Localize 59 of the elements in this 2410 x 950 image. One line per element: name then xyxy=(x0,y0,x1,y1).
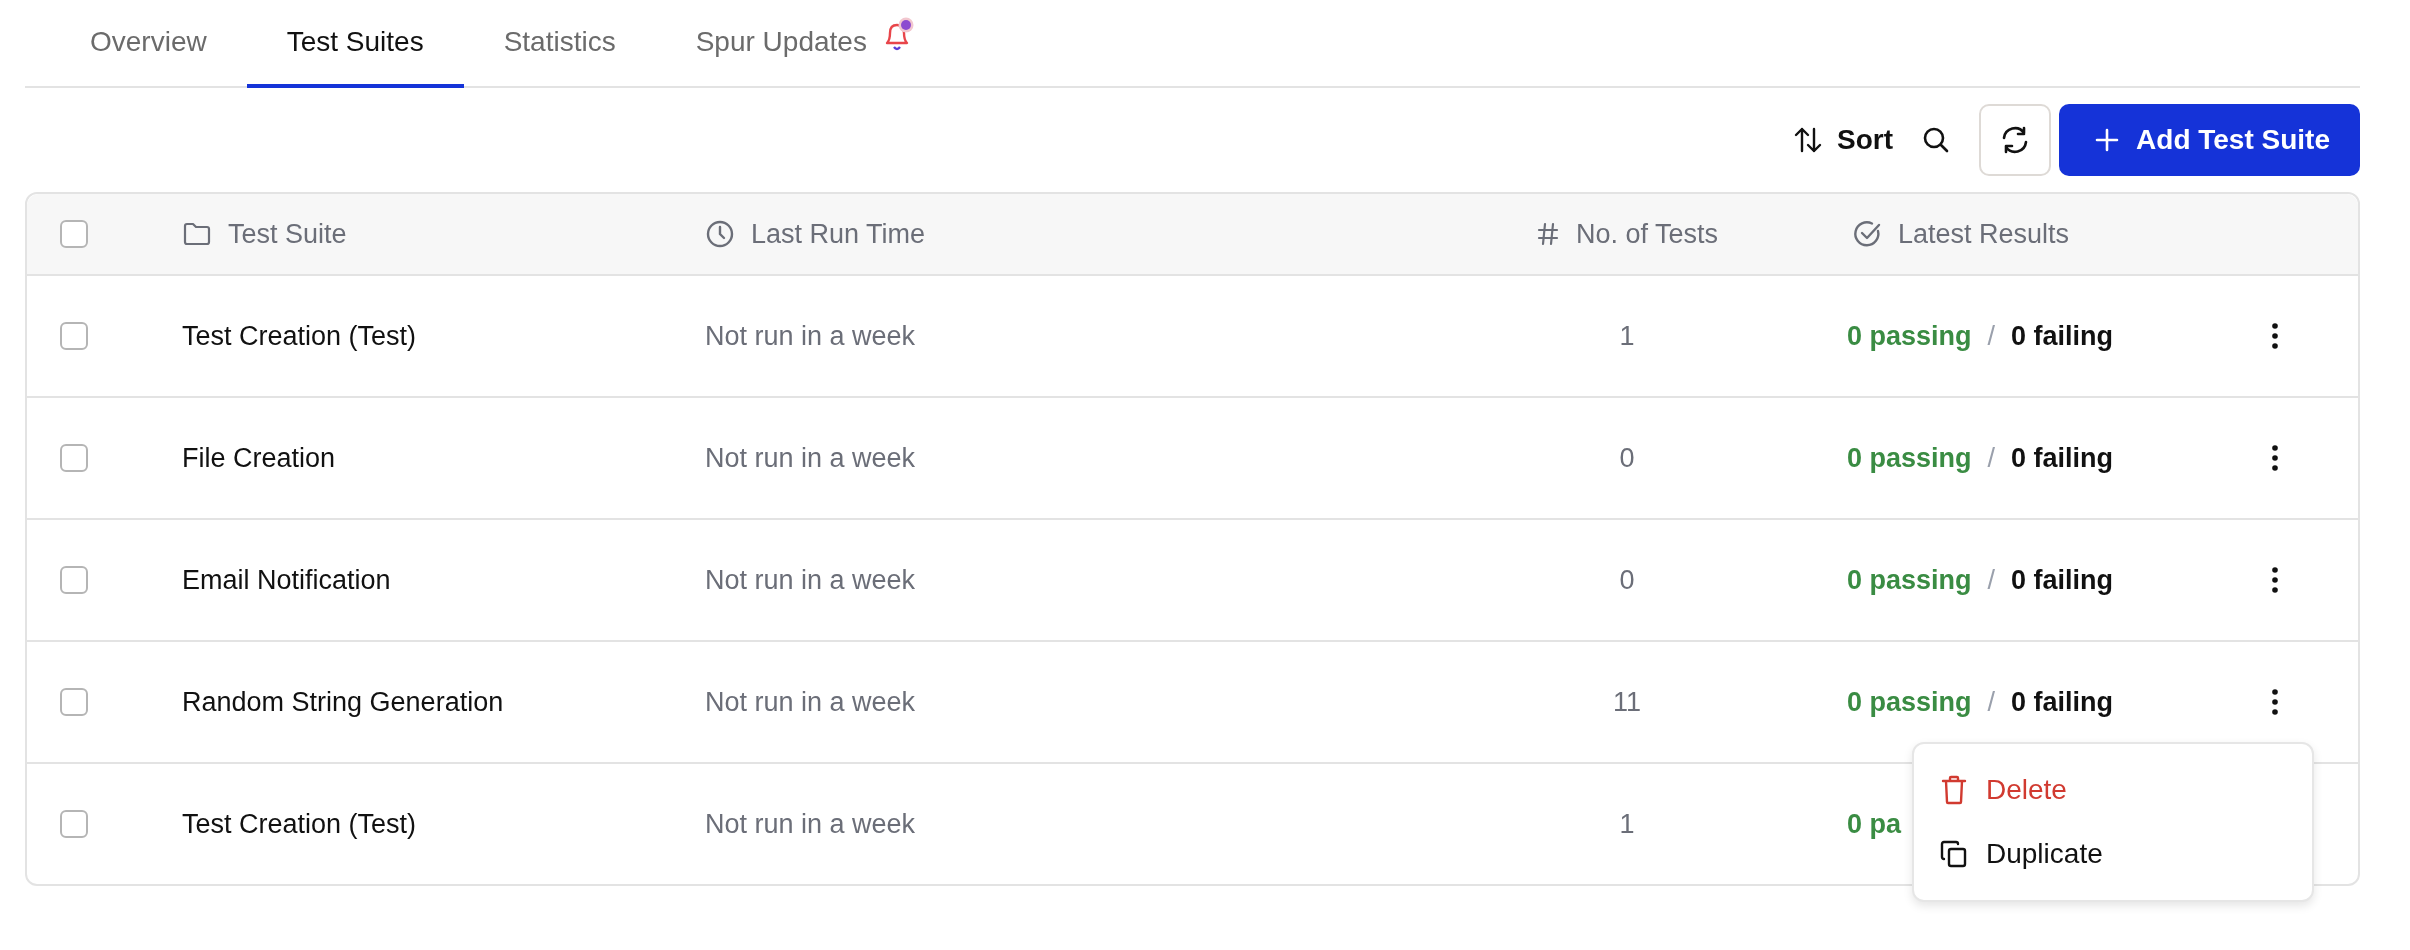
menu-item[interactable]: Duplicate xyxy=(1914,822,2312,886)
separator-slash: / xyxy=(1987,442,1996,474)
separator-slash: / xyxy=(1987,564,1996,596)
passing-count: 0 passing xyxy=(1847,442,1972,474)
failing-count: 0 failing xyxy=(2011,686,2114,718)
select-all-checkbox[interactable] xyxy=(60,220,88,248)
last-run-time: Not run in a week xyxy=(705,686,916,718)
column-header: Latest Results xyxy=(1898,218,2070,250)
column-header: Last Run Time xyxy=(751,218,926,250)
tab[interactable]: Spur Updates xyxy=(655,0,955,88)
menu-item[interactable]: Delete xyxy=(1914,758,2312,822)
column-header: No. of Tests xyxy=(1575,218,1719,250)
row-checkbox[interactable] xyxy=(60,566,88,594)
suite-name: Test Creation (Test) xyxy=(182,808,417,840)
row-checkbox[interactable] xyxy=(60,688,88,716)
add-test-suite-button[interactable]: Add Test Suite xyxy=(2059,104,2360,176)
folder-icon xyxy=(182,221,212,247)
suite-name: Random String Generation xyxy=(182,686,504,718)
refresh-button[interactable] xyxy=(1979,104,2052,176)
test-count: 0 xyxy=(1619,442,1635,474)
suite-name: Test Creation (Test) xyxy=(182,320,417,352)
more-options-icon[interactable] xyxy=(2270,321,2280,351)
hash-icon xyxy=(1535,221,1560,247)
column-header: Test Suite xyxy=(228,218,347,250)
plus-icon xyxy=(2094,127,2121,153)
check-circle-icon xyxy=(1852,219,1882,249)
last-run-time: Not run in a week xyxy=(705,442,916,474)
last-run-time: Not run in a week xyxy=(705,808,916,840)
failing-count: 0 failing xyxy=(2011,442,2114,474)
row-checkbox[interactable] xyxy=(60,810,88,838)
passing-count: 0 passing xyxy=(1847,686,1972,718)
copy-icon xyxy=(1940,839,1968,869)
more-options-icon[interactable] xyxy=(2270,565,2280,595)
last-run-time: Not run in a week xyxy=(705,320,916,352)
tab[interactable]: Overview xyxy=(50,0,247,88)
failing-count: 0 failing xyxy=(2011,564,2114,596)
separator-slash: / xyxy=(1987,320,1996,352)
more-options-icon[interactable] xyxy=(2270,443,2280,473)
test-count: 11 xyxy=(1613,686,1641,718)
sort-arrows-icon xyxy=(1793,125,1824,155)
trash-icon xyxy=(1940,774,1968,806)
sort-button[interactable]: Sort xyxy=(1793,124,1894,156)
suite-name: Email Notification xyxy=(182,564,391,596)
row-checkbox[interactable] xyxy=(60,322,88,350)
more-options-icon[interactable] xyxy=(2270,687,2280,717)
passing-count: 0 passing xyxy=(1847,320,1972,352)
tab[interactable]: Test Suites xyxy=(246,0,464,88)
clock-icon xyxy=(705,219,735,249)
passing-count: 0 pa xyxy=(1847,808,1902,840)
test-count: 0 xyxy=(1619,564,1635,596)
test-count: 1 xyxy=(1619,320,1635,352)
failing-count: 0 failing xyxy=(2011,320,2114,352)
tab[interactable]: Statistics xyxy=(463,0,656,88)
row-checkbox[interactable] xyxy=(60,444,88,472)
separator-slash: / xyxy=(1987,686,1996,718)
passing-count: 0 passing xyxy=(1847,564,1972,596)
test-count: 1 xyxy=(1619,808,1635,840)
last-run-time: Not run in a week xyxy=(705,564,916,596)
suite-name: File Creation xyxy=(182,442,336,474)
